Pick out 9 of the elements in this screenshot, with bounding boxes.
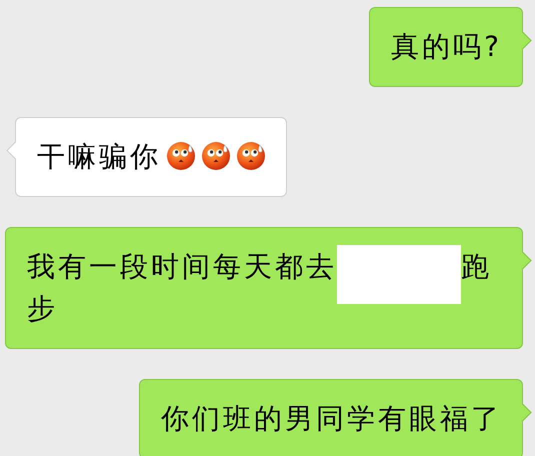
emoji-icon — [166, 141, 196, 171]
message-text: 干嘛骗你 — [37, 140, 161, 173]
message-text: 真的吗? — [391, 30, 502, 63]
message-text: 步 — [27, 292, 58, 325]
emoji-icon — [236, 141, 266, 171]
emoji-icon — [201, 141, 231, 171]
message-text: 你们班的男同学有眼福了 — [161, 402, 502, 435]
message-text: 跑 — [461, 250, 492, 283]
message-text: 我有一段时间每天都去 — [27, 250, 337, 283]
